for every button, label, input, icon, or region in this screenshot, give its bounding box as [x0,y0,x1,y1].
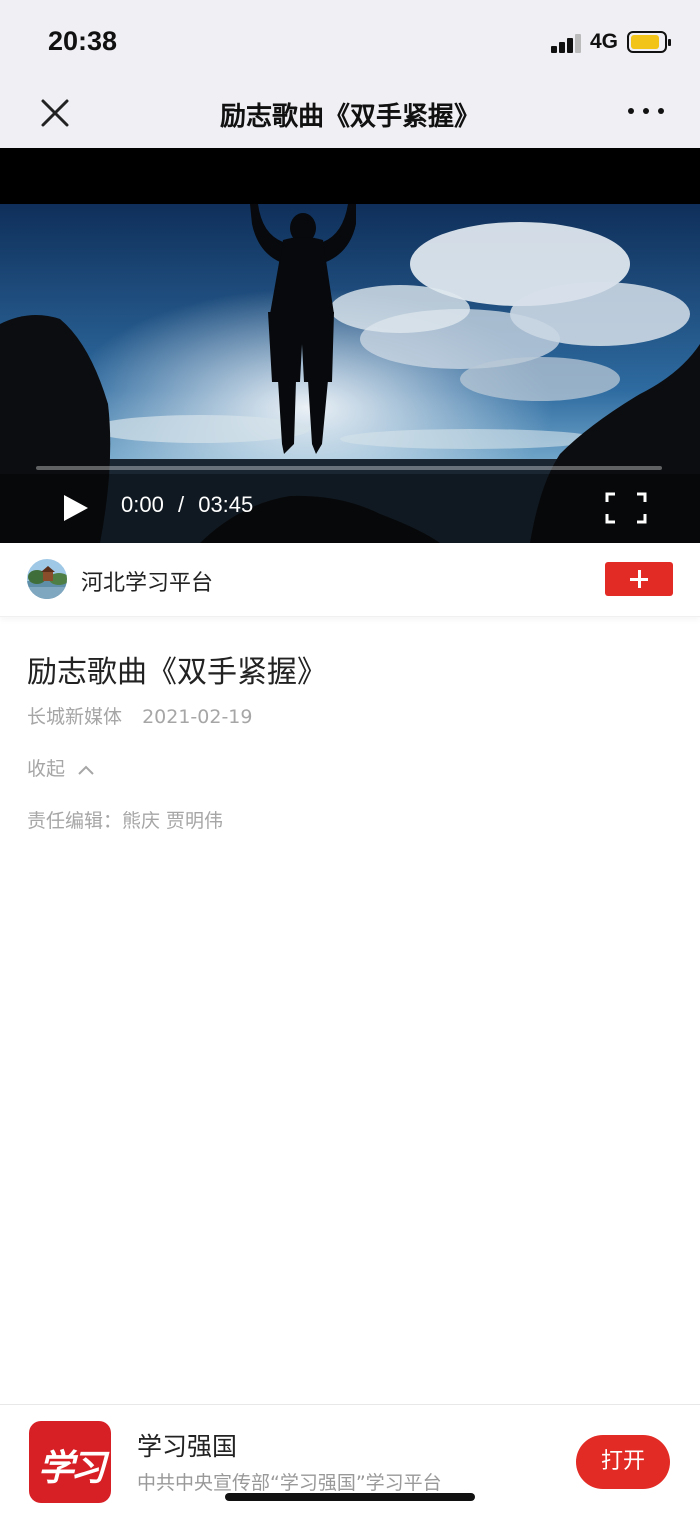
article-source: 长城新媒体 [27,706,123,728]
play-icon[interactable] [58,491,92,525]
close-icon[interactable] [40,98,70,128]
signal-icon [551,33,583,53]
channel-name[interactable]: 河北学习平台 [81,565,213,597]
fullscreen-icon[interactable] [604,491,648,525]
app-name: 学习强国 [137,1432,238,1461]
network-label: 4G [590,30,619,53]
more-icon[interactable] [628,108,664,118]
article-meta: 长城新媒体 2021-02-19 [27,702,252,729]
article-date: 2021-02-19 [142,706,253,728]
current-time: 0:00 [121,492,164,517]
article-title: 励志歌曲《双手紧握》 [27,655,327,690]
home-indicator [225,1493,475,1501]
status-bar: 20:38 4G [0,0,700,86]
nav-bar: 励志歌曲《双手紧握》 [0,86,700,148]
battery-icon [627,31,671,53]
screen: 20:38 4G 励志歌曲《双手紧握》 0:00 / 03:45 河北学习平台 … [0,0,700,1515]
chevron-up-icon [78,765,94,775]
page-title: 励志歌曲《双手紧握》 [219,102,480,132]
video-frame [0,204,700,543]
channel-bar: 河北学习平台 [0,543,700,617]
open-app-button[interactable]: 打开 [576,1435,670,1489]
app-logo-text: 学习 [37,1447,106,1489]
time-separator: / [177,492,185,517]
editor-credit: 责任编辑：熊庆 贾明伟 [27,810,224,832]
duration: 03:45 [198,492,254,517]
time-readout: 0:00 / 03:45 [121,492,253,518]
collapse-toggle[interactable]: 收起 [27,754,95,781]
collapse-label: 收起 [27,758,66,780]
status-time: 20:38 [48,26,118,56]
avatar[interactable] [27,559,67,599]
progress-bar[interactable] [36,466,662,470]
video-player[interactable]: 0:00 / 03:45 [0,148,700,543]
app-logo: 学习 [29,1421,111,1503]
follow-button[interactable] [605,562,673,596]
app-description: 中共中央宣传部“学习强国”学习平台 [137,1472,442,1494]
